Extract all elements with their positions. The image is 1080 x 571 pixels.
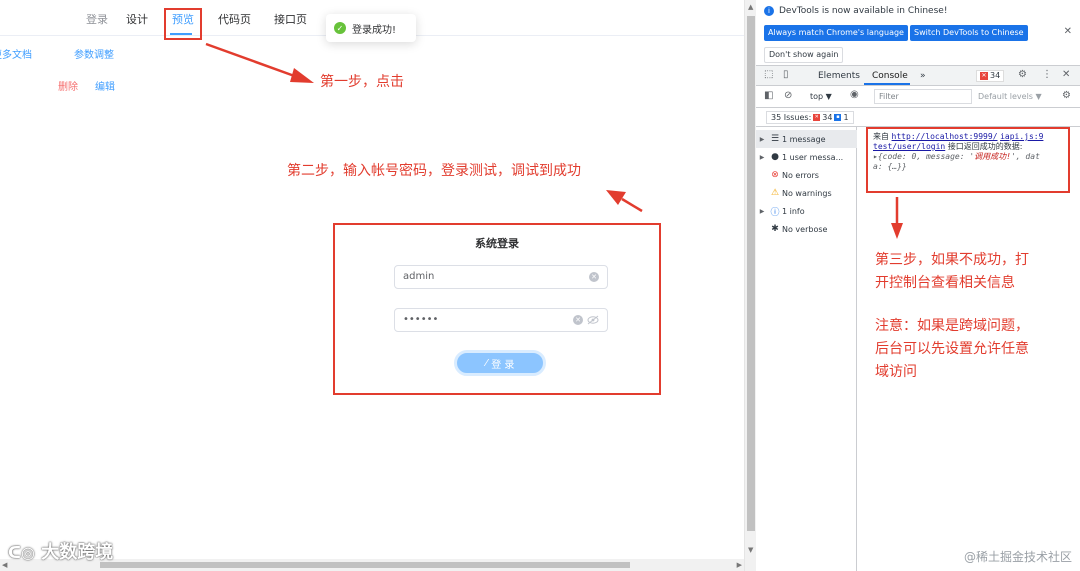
loading-icon: ⁄ [485,357,488,369]
close-icon[interactable]: ✕ [1064,26,1072,37]
issues-error-count: 34 [822,113,833,122]
console-settings-icon[interactable]: ⚙ [1062,90,1071,101]
error-count-badge[interactable]: ✕ 34 [976,70,1005,82]
tab-active-indicator [864,83,910,85]
annotation-arrow-step3 [891,197,903,239]
context-selector[interactable]: top ▼ [810,92,832,101]
scroll-left-icon[interactable]: ◀ [2,561,7,569]
device-toolbar-icon[interactable]: ▯ [783,69,789,80]
annotation-step1: 第一步，点击 [320,74,404,90]
inspect-element-icon[interactable]: ⬚ [764,69,773,80]
arrow-step1-head [290,68,314,83]
scroll-right-icon[interactable]: ▶ [737,561,742,569]
watermark-text: @稀土掘金技术社区 [963,550,1072,564]
tab-elements[interactable]: Elements [818,71,860,81]
login-title: 系统登录 [475,237,519,250]
eye-off-icon[interactable] [587,315,599,325]
login-dialog: 系统登录 ✕ ✕ ⁄ 登 录 [333,223,661,395]
password-input[interactable] [403,314,563,325]
devtools-panel: i DevTools is now available in Chinese! … [756,0,1080,571]
console-filter-bar: ◧ ⊘ top ▼ ◉ Filter Default levels ▼ ⚙ [756,86,1080,108]
vertical-scrollbar[interactable]: ▲ ▼ [744,0,756,571]
eye-icon[interactable]: ◉ [850,89,859,100]
warning-icon: ⚠ [770,188,780,198]
annotation-step3-line2: 开控制台查看相关信息 [875,275,1015,291]
annotation-step3-line1: 第三步，如果不成功，打 [875,252,1029,268]
filter-input[interactable]: Filter [874,89,972,104]
username-field[interactable]: ✕ [394,265,608,289]
close-devtools-icon[interactable]: ✕ [1062,69,1070,80]
info-icon: ⓘ [770,207,780,218]
sidebar-item-label: No errors [782,170,819,180]
language-info-bar: i DevTools is now available in Chinese! … [756,0,1080,66]
always-match-language-button[interactable]: Always match Chrome's language [764,25,908,41]
bug-icon: ✱ [771,224,779,234]
list-icon: ☰ [770,134,780,144]
sidebar-item-messages[interactable]: ▶ ☰ 1 message [756,130,857,148]
arrow-step1-line [205,42,301,80]
dont-show-again-button[interactable]: Don't show again [764,47,844,63]
switch-to-chinese-button[interactable]: Switch DevTools to Chinese [910,25,1028,41]
issues-info-count: 1 [843,113,849,122]
error-icon: ⊗ [771,170,779,180]
vertical-scroll-thumb[interactable] [747,16,755,531]
sidebar-item-label: No verbose [782,224,828,234]
annotation-step2: 第二步，输入帐号密码，登录测试，调试到成功 [287,163,581,179]
console-output: 来自 http://localhost:9999/ iapi.js:9 test… [857,127,1080,571]
sidebar-item-info[interactable]: ▶ ⓘ 1 info [756,202,857,220]
sidebar-toggle-icon[interactable]: ◧ [764,90,773,101]
watermark-logo-text: 大数跨境 [41,542,114,563]
scroll-up-icon[interactable]: ▲ [748,3,753,11]
tab-console[interactable]: Console [872,71,908,81]
watermark-logo-icon: ᑕ◎ [8,543,36,562]
devtools-tab-bar: ⬚ ▯ Elements Console » ✕ 34 ⚙ ⋮ ✕ [756,66,1080,86]
clear-icon[interactable]: ✕ [573,315,583,325]
annotation-note-line3: 域访问 [875,364,917,380]
annotation-note-line2: 后台可以先设置允许任意 [875,341,1029,357]
arrow-step2-line [621,197,643,213]
user-icon: ● [771,152,779,162]
sidebar-item-label: 1 message [782,134,826,144]
issue-info-icon: ▪ [834,114,842,121]
gear-icon[interactable]: ⚙ [1018,69,1027,80]
error-icon: ✕ [980,72,988,80]
login-button[interactable]: ⁄ 登 录 [454,350,546,376]
username-input[interactable] [403,271,563,282]
info-bar-message: DevTools is now available in Chinese! [779,6,948,16]
password-field[interactable]: ✕ [394,308,608,332]
issues-label: 35 Issues: [771,113,812,122]
info-icon: i [764,6,774,16]
expand-caret-icon[interactable]: ▶ [756,136,768,143]
sidebar-item-label: No warnings [782,188,832,198]
scroll-down-icon[interactable]: ▼ [748,546,753,554]
kebab-menu-icon[interactable]: ⋮ [1042,69,1052,80]
horizontal-scroll-thumb[interactable] [100,562,630,568]
more-tabs-button[interactable]: » [920,71,926,81]
sidebar-item-user-messages[interactable]: ▶ ● 1 user messa... [756,148,857,166]
sidebar-item-verbose[interactable]: ✱ No verbose [756,220,857,238]
clear-console-icon[interactable]: ⊘ [784,90,792,101]
arrow-step2-head [606,190,626,205]
sidebar-item-label: 1 user messa... [782,152,844,162]
error-count: 34 [990,71,1001,80]
annotation-note-line1: 注意：如果是跨域问题， [875,318,1029,334]
sidebar-item-warnings[interactable]: ⚠ No warnings [756,184,857,202]
watermark-logo: ᑕ◎ 大数跨境 [8,538,113,564]
log-levels-dropdown[interactable]: Default levels ▼ [978,92,1042,101]
sidebar-item-label: 1 info [782,206,805,216]
login-button-label: 登 录 [491,359,515,371]
console-sidebar: ▶ ☰ 1 message ▶ ● 1 user messa... ⊗ No e… [756,127,857,571]
clear-icon[interactable]: ✕ [589,272,599,282]
issues-bar: 35 Issues: ✕ 34 ▪ 1 [756,108,1080,127]
sidebar-item-errors[interactable]: ⊗ No errors [756,166,857,184]
web-app: 登录 设计 预览 代码页 接口页 ✓ 登录成功! 更多文档 参数调整 删除 编辑… [0,0,744,571]
issues-summary[interactable]: 35 Issues: ✕ 34 ▪ 1 [766,111,854,124]
issue-error-icon: ✕ [813,114,821,121]
expand-caret-icon[interactable]: ▶ [756,208,768,215]
expand-caret-icon[interactable]: ▶ [756,154,768,161]
